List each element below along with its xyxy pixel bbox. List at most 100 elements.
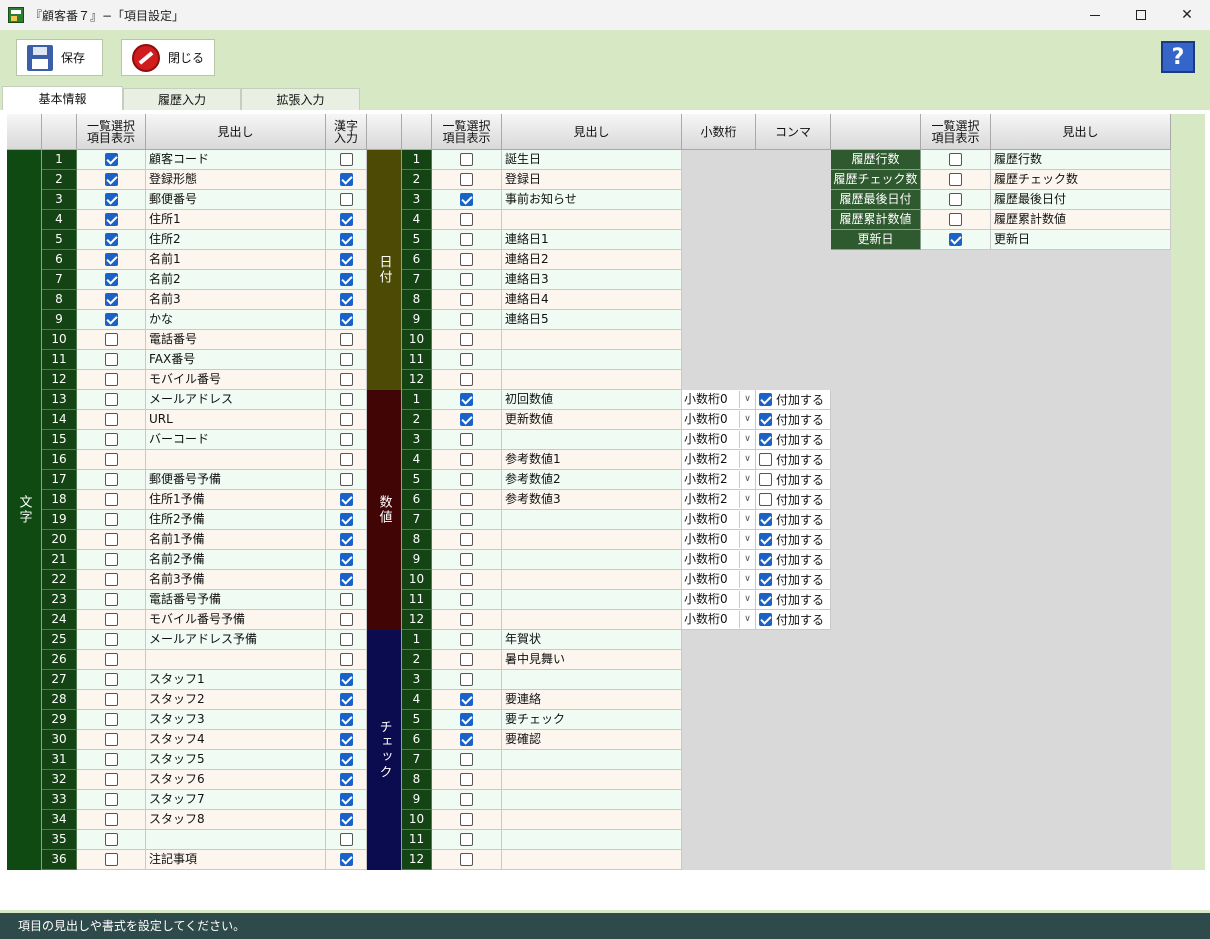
date-list-display-cell[interactable] <box>432 230 502 250</box>
heading-cell[interactable]: URL <box>146 410 326 430</box>
kanji-input-cell[interactable] <box>326 510 367 530</box>
kanji-input-cell[interactable] <box>326 230 367 250</box>
list-display-cell[interactable] <box>77 450 146 470</box>
history-list-display-checkbox[interactable] <box>949 173 962 186</box>
decimals-select[interactable]: 小数桁0 ∨ <box>682 610 756 630</box>
list-display-cell[interactable] <box>77 810 146 830</box>
date-list-display-checkbox[interactable] <box>460 193 473 206</box>
list-display-checkbox[interactable] <box>104 773 118 786</box>
kanji-input-checkbox[interactable] <box>339 733 353 746</box>
decimals-select[interactable]: 小数桁0 ∨ <box>682 550 756 570</box>
decimals-select[interactable]: 小数桁0 ∨ <box>682 590 756 610</box>
history-list-display-checkbox[interactable] <box>949 213 962 226</box>
comma-cell[interactable]: 付加する <box>756 450 831 470</box>
decimals-select[interactable]: 小数桁0 ∨ <box>682 410 756 430</box>
list-display-cell[interactable] <box>77 330 146 350</box>
check-heading-cell[interactable]: 要連絡 <box>502 690 682 710</box>
check-list-display-cell[interactable] <box>432 650 502 670</box>
chevron-down-icon[interactable]: ∨ <box>739 551 755 568</box>
number-heading-cell[interactable] <box>502 590 682 610</box>
check-heading-cell[interactable] <box>502 750 682 770</box>
number-list-display-checkbox[interactable] <box>460 513 473 526</box>
list-display-cell[interactable] <box>77 390 146 410</box>
kanji-input-cell[interactable] <box>326 150 367 170</box>
kanji-input-checkbox[interactable] <box>339 373 353 386</box>
comma-cell[interactable]: 付加する <box>756 490 831 510</box>
list-display-checkbox[interactable] <box>104 653 118 666</box>
list-display-cell[interactable] <box>77 630 146 650</box>
number-list-display-checkbox[interactable] <box>460 613 473 626</box>
comma-cell[interactable]: 付加する <box>756 610 831 630</box>
kanji-input-checkbox[interactable] <box>339 573 353 586</box>
list-display-checkbox[interactable] <box>104 593 118 606</box>
kanji-input-checkbox[interactable] <box>339 633 353 646</box>
kanji-input-checkbox[interactable] <box>339 693 353 706</box>
list-display-cell[interactable] <box>77 790 146 810</box>
number-list-display-checkbox[interactable] <box>460 433 473 446</box>
heading-cell[interactable]: スタッフ3 <box>146 710 326 730</box>
list-display-cell[interactable] <box>77 150 146 170</box>
number-list-display-checkbox[interactable] <box>460 413 473 426</box>
heading-cell[interactable]: 注記事項 <box>146 850 326 870</box>
date-heading-cell[interactable]: 連絡日4 <box>502 290 682 310</box>
list-display-cell[interactable] <box>77 410 146 430</box>
heading-cell[interactable] <box>146 450 326 470</box>
list-display-cell[interactable] <box>77 670 146 690</box>
check-heading-cell[interactable]: 要チェック <box>502 710 682 730</box>
heading-cell[interactable]: 名前1 <box>146 250 326 270</box>
kanji-input-cell[interactable] <box>326 570 367 590</box>
kanji-input-cell[interactable] <box>326 710 367 730</box>
heading-cell[interactable] <box>146 650 326 670</box>
chevron-down-icon[interactable]: ∨ <box>739 491 755 508</box>
history-list-display-checkbox[interactable] <box>949 153 962 166</box>
number-heading-cell[interactable]: 参考数値1 <box>502 450 682 470</box>
kanji-input-cell[interactable] <box>326 750 367 770</box>
list-display-checkbox[interactable] <box>104 793 118 806</box>
kanji-input-cell[interactable] <box>326 430 367 450</box>
heading-cell[interactable]: スタッフ5 <box>146 750 326 770</box>
history-list-display-checkbox[interactable] <box>949 233 962 246</box>
number-list-display-checkbox[interactable] <box>460 393 473 406</box>
comma-checkbox[interactable] <box>759 453 772 466</box>
number-heading-cell[interactable] <box>502 570 682 590</box>
kanji-input-checkbox[interactable] <box>339 433 353 446</box>
chevron-down-icon[interactable]: ∨ <box>739 451 755 468</box>
comma-cell[interactable]: 付加する <box>756 470 831 490</box>
heading-cell[interactable]: 住所2予備 <box>146 510 326 530</box>
number-list-display-checkbox[interactable] <box>460 473 473 486</box>
kanji-input-checkbox[interactable] <box>339 233 353 246</box>
kanji-input-cell[interactable] <box>326 490 367 510</box>
list-display-cell[interactable] <box>77 690 146 710</box>
date-list-display-cell[interactable] <box>432 190 502 210</box>
check-list-display-checkbox[interactable] <box>460 853 473 866</box>
date-list-display-checkbox[interactable] <box>460 293 473 306</box>
list-display-cell[interactable] <box>77 710 146 730</box>
number-list-display-cell[interactable] <box>432 390 502 410</box>
list-display-checkbox[interactable] <box>104 293 118 306</box>
list-display-checkbox[interactable] <box>104 673 118 686</box>
kanji-input-cell[interactable] <box>326 650 367 670</box>
decimals-select[interactable]: 小数桁0 ∨ <box>682 510 756 530</box>
number-list-display-cell[interactable] <box>432 510 502 530</box>
kanji-input-checkbox[interactable] <box>339 293 353 306</box>
date-list-display-cell[interactable] <box>432 210 502 230</box>
heading-cell[interactable]: FAX番号 <box>146 350 326 370</box>
check-list-display-cell[interactable] <box>432 730 502 750</box>
heading-cell[interactable]: 名前3予備 <box>146 570 326 590</box>
check-heading-cell[interactable] <box>502 830 682 850</box>
list-display-cell[interactable] <box>77 270 146 290</box>
history-list-display-cell[interactable] <box>921 190 991 210</box>
chevron-down-icon[interactable]: ∨ <box>739 411 755 428</box>
check-heading-cell[interactable] <box>502 790 682 810</box>
decimals-select[interactable]: 小数桁0 ∨ <box>682 430 756 450</box>
kanji-input-checkbox[interactable] <box>339 273 353 286</box>
list-display-checkbox[interactable] <box>104 313 118 326</box>
kanji-input-cell[interactable] <box>326 790 367 810</box>
heading-cell[interactable]: 住所2 <box>146 230 326 250</box>
comma-cell[interactable]: 付加する <box>756 410 831 430</box>
tab-history-input[interactable]: 履歴入力 <box>123 88 241 110</box>
heading-cell[interactable]: モバイル番号予備 <box>146 610 326 630</box>
comma-checkbox[interactable] <box>759 393 772 406</box>
kanji-input-cell[interactable] <box>326 350 367 370</box>
kanji-input-cell[interactable] <box>326 370 367 390</box>
